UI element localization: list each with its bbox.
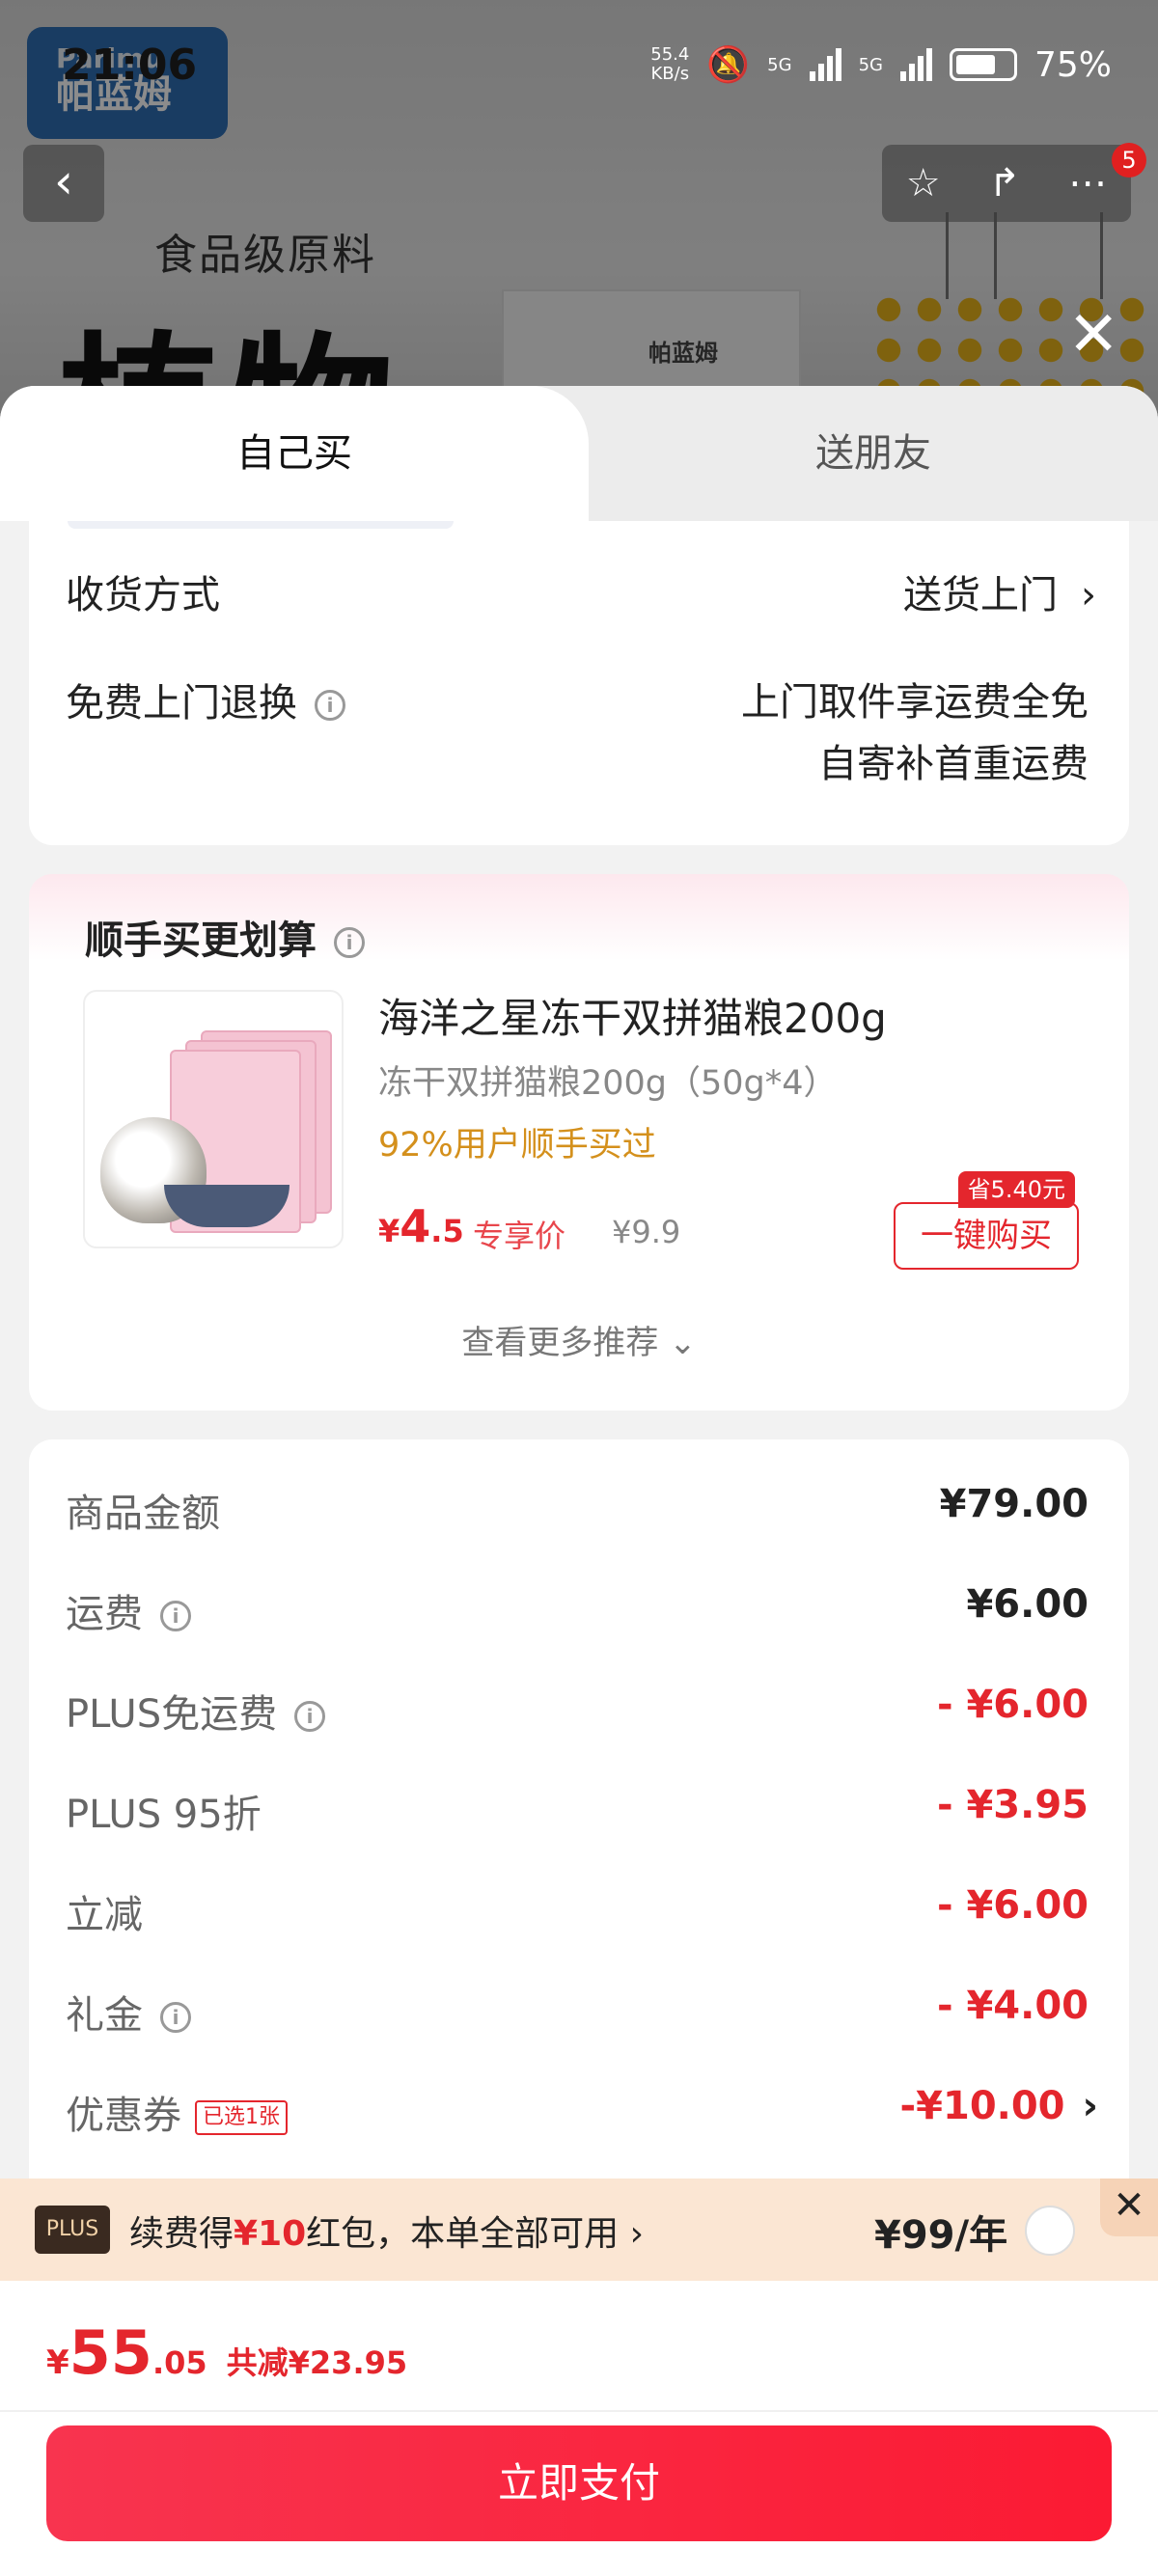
- top-action-group: ☆ ↱ ⋯: [882, 145, 1131, 222]
- return-label: 免费上门退换 i: [66, 671, 345, 727]
- amount-summary-card: 商品金额 ¥79.00 运费 i ¥6.00 PLUS免运费 i - ¥6.00 P…: [29, 1439, 1129, 2211]
- chevron-left-icon: ‹: [54, 153, 73, 209]
- info-icon[interactable]: i: [334, 927, 365, 958]
- info-icon[interactable]: i: [315, 690, 345, 721]
- original-price: ¥9.9: [612, 1214, 681, 1250]
- total-price: ¥55.05 共减¥23.95: [46, 2317, 408, 2388]
- product-name[interactable]: 海洋之星冻干双拼猫粮200g: [378, 986, 887, 1045]
- checkout-footer: ¥55.05 共减¥23.95 立即支付: [0, 2281, 1158, 2576]
- info-icon[interactable]: i: [160, 2002, 191, 2033]
- amount-row: PLUS免运费 i - ¥6.00: [66, 1683, 1089, 1737]
- close-icon[interactable]: ✕: [1100, 2179, 1158, 2236]
- exclusive-price-tag: 专享价: [473, 1218, 566, 1254]
- more-recommendations-link[interactable]: 查看更多推荐 ⌄: [29, 1316, 1129, 1363]
- plus-promo-text[interactable]: 续费得¥10红包，本单全部可用 ›: [129, 2206, 644, 2256]
- battery-level: 75%: [1034, 44, 1112, 85]
- divider: [0, 2410, 1158, 2412]
- card-top-stub: [68, 521, 454, 529]
- chevron-right-icon: ›: [1082, 2084, 1098, 2128]
- battery-icon: [949, 48, 1017, 81]
- plus-logo: PLUS: [35, 2206, 110, 2254]
- product-thumbnail[interactable]: [83, 990, 344, 1248]
- coupon-row[interactable]: 优惠券 已选1张 -¥10.00 ›: [66, 2084, 1098, 2142]
- info-icon[interactable]: i: [160, 1601, 191, 1631]
- one-click-buy-button[interactable]: 一键购买: [894, 1202, 1079, 1270]
- product-price: ¥4.5: [378, 1200, 464, 1252]
- share-icon[interactable]: ↱: [988, 161, 1021, 206]
- info-icon[interactable]: i: [294, 1701, 326, 1732]
- product-spec: 冻干双拼猫粮200g（50g*4）: [378, 1064, 838, 1103]
- chevron-right-icon: ›: [1081, 573, 1096, 617]
- amount-row: 商品金额 ¥79.00: [66, 1482, 1089, 1536]
- amount-row: PLUS 95折 - ¥3.95: [66, 1783, 1089, 1837]
- plus-renewal-bar[interactable]: PLUS 续费得¥10红包，本单全部可用 › ¥99/年 ✕: [0, 2179, 1158, 2281]
- delivery-method-label: 收货方式: [66, 573, 220, 617]
- tab-send-to-friend[interactable]: 送朋友: [589, 386, 1158, 521]
- checkout-sheet: 自己买 送朋友 收货方式 送货上门 › 免费上门退换 i 上门取件享运费全免 自寄补…: [0, 386, 1158, 2576]
- sim2-label: 5G: [858, 54, 883, 75]
- close-icon[interactable]: ✕: [1067, 299, 1119, 370]
- status-bar: 21:06 55.4 KB/s 🔕 5G 5G 75%: [0, 0, 1158, 135]
- bundle-recommend-card: 顺手买更划算 i 海洋之星冻干双拼猫粮200g 冻干双拼猫粮200g（50g*4）…: [29, 874, 1129, 1411]
- tab-buy-for-self[interactable]: 自己买: [0, 386, 589, 521]
- bundle-title: 顺手买更划算 i: [85, 909, 365, 965]
- amount-row: 礼金 i - ¥4.00: [66, 1984, 1089, 2038]
- signal-icon: [899, 48, 932, 81]
- sim1-label: 5G: [767, 54, 792, 75]
- clock: 21:06: [62, 41, 198, 90]
- total-discount: 共减¥23.95: [226, 2344, 408, 2381]
- pay-now-button[interactable]: 立即支付: [46, 2425, 1112, 2541]
- back-button[interactable]: ‹: [23, 145, 104, 222]
- mute-icon: 🔕: [706, 45, 751, 85]
- amount-row: 立减 - ¥6.00: [66, 1883, 1089, 1937]
- delivery-method-value[interactable]: 送货上门 ›: [903, 563, 1096, 619]
- return-info: 上门取件享运费全免 自寄补首重运费: [741, 680, 1089, 786]
- bought-rate: 92%用户顺手买过: [378, 1126, 656, 1165]
- network-speed: 55.4 KB/s: [650, 44, 690, 84]
- plus-price: ¥99/年: [874, 2213, 1008, 2258]
- more-icon[interactable]: ⋯: [1068, 161, 1107, 206]
- star-icon[interactable]: ☆: [906, 161, 941, 206]
- delivery-card: 收货方式 送货上门 › 免费上门退换 i 上门取件享运费全免 自寄补首重运费: [29, 521, 1129, 845]
- notification-badge: 5: [1112, 143, 1146, 178]
- amount-row: 运费 i ¥6.00: [66, 1582, 1089, 1636]
- tab-bar: 自己买 送朋友: [0, 386, 1158, 521]
- savings-badge: 省5.40元: [957, 1171, 1075, 1208]
- plus-select-radio[interactable]: [1025, 2206, 1075, 2256]
- signal-icon: [809, 48, 841, 81]
- coupon-count-badge: 已选1张: [195, 2100, 288, 2135]
